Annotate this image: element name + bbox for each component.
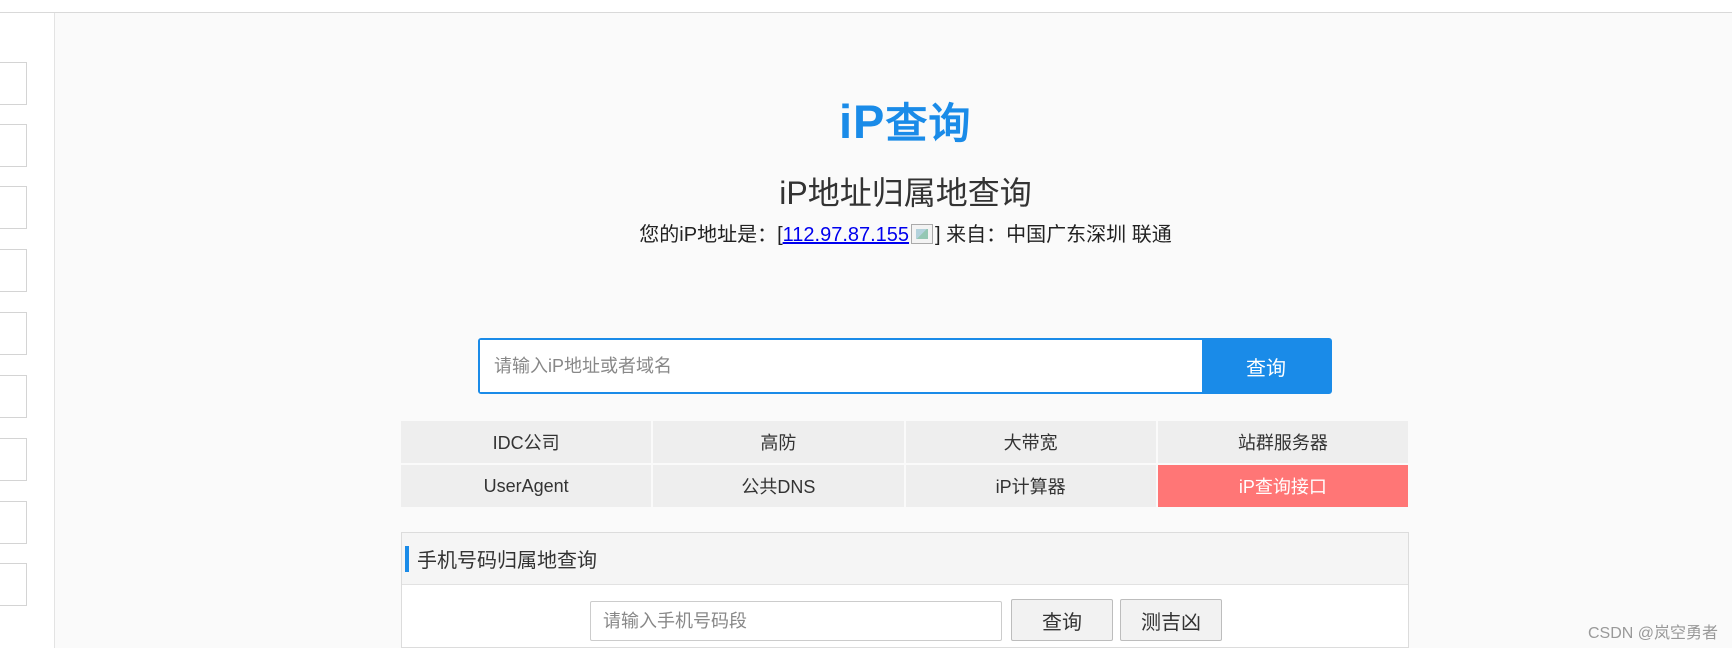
phone-luck-button[interactable]: 测吉凶	[1120, 599, 1222, 641]
quick-links-grid: IDC公司 高防 大带宽 站群服务器 UserAgent 公共DNS iP计算器…	[401, 421, 1408, 507]
csdn-watermark: CSDN @岚空勇者	[1587, 625, 1718, 642]
ip-info-suffix: ] 来自：中国广东深圳 联通	[935, 224, 1172, 246]
page-title: iP地址归属地查询	[779, 175, 1032, 211]
quick-link-ddos[interactable]: 高防	[653, 421, 904, 463]
quick-link-cluster-server[interactable]: 站群服务器	[1157, 421, 1408, 463]
panel-accent-bar	[405, 546, 409, 572]
ip-search-bar: 查询	[478, 338, 1332, 394]
quick-link-ip-calculator[interactable]: iP计算器	[905, 465, 1156, 507]
sidebar-box[interactable]	[0, 375, 27, 418]
quick-link-bandwidth[interactable]: 大带宽	[905, 421, 1156, 463]
sidebar-box[interactable]	[0, 563, 27, 606]
phone-number-input[interactable]	[590, 601, 1002, 641]
left-sidebar	[0, 13, 55, 648]
phone-panel-title: 手机号码归属地查询	[417, 550, 597, 572]
phone-lookup-panel: 手机号码归属地查询 查询 测吉凶	[401, 532, 1409, 648]
phone-panel-header: 手机号码归属地查询	[402, 533, 1408, 585]
sidebar-box[interactable]	[0, 438, 27, 481]
ip-search-input[interactable]	[480, 340, 1202, 392]
browser-top-border	[0, 0, 1732, 13]
sidebar-box[interactable]	[0, 249, 27, 292]
sidebar-box[interactable]	[0, 62, 27, 105]
quick-link-public-dns[interactable]: 公共DNS	[653, 465, 904, 507]
logo-cn: 查询	[885, 99, 972, 148]
sidebar-box[interactable]	[0, 124, 27, 167]
broken-image-icon	[911, 224, 934, 244]
phone-query-button[interactable]: 查询	[1011, 599, 1113, 641]
quick-link-idc[interactable]: IDC公司	[401, 421, 652, 463]
sidebar-box[interactable]	[0, 312, 27, 355]
ip-info-prefix: 您的iP地址是：[	[639, 224, 783, 246]
quick-link-useragent[interactable]: UserAgent	[401, 465, 652, 507]
ip-search-button[interactable]: 查询	[1202, 340, 1330, 392]
ip-address-link[interactable]: 112.97.87.155	[783, 224, 909, 246]
site-logo[interactable]: iP查询	[839, 90, 971, 148]
quick-link-ip-api[interactable]: iP查询接口	[1157, 465, 1408, 507]
sidebar-box[interactable]	[0, 501, 27, 544]
ip-info-line: 您的iP地址是：[112.97.87.155 ] 来自：中国广东深圳 联通	[0, 218, 1732, 247]
logo-latin: iP	[839, 95, 886, 148]
